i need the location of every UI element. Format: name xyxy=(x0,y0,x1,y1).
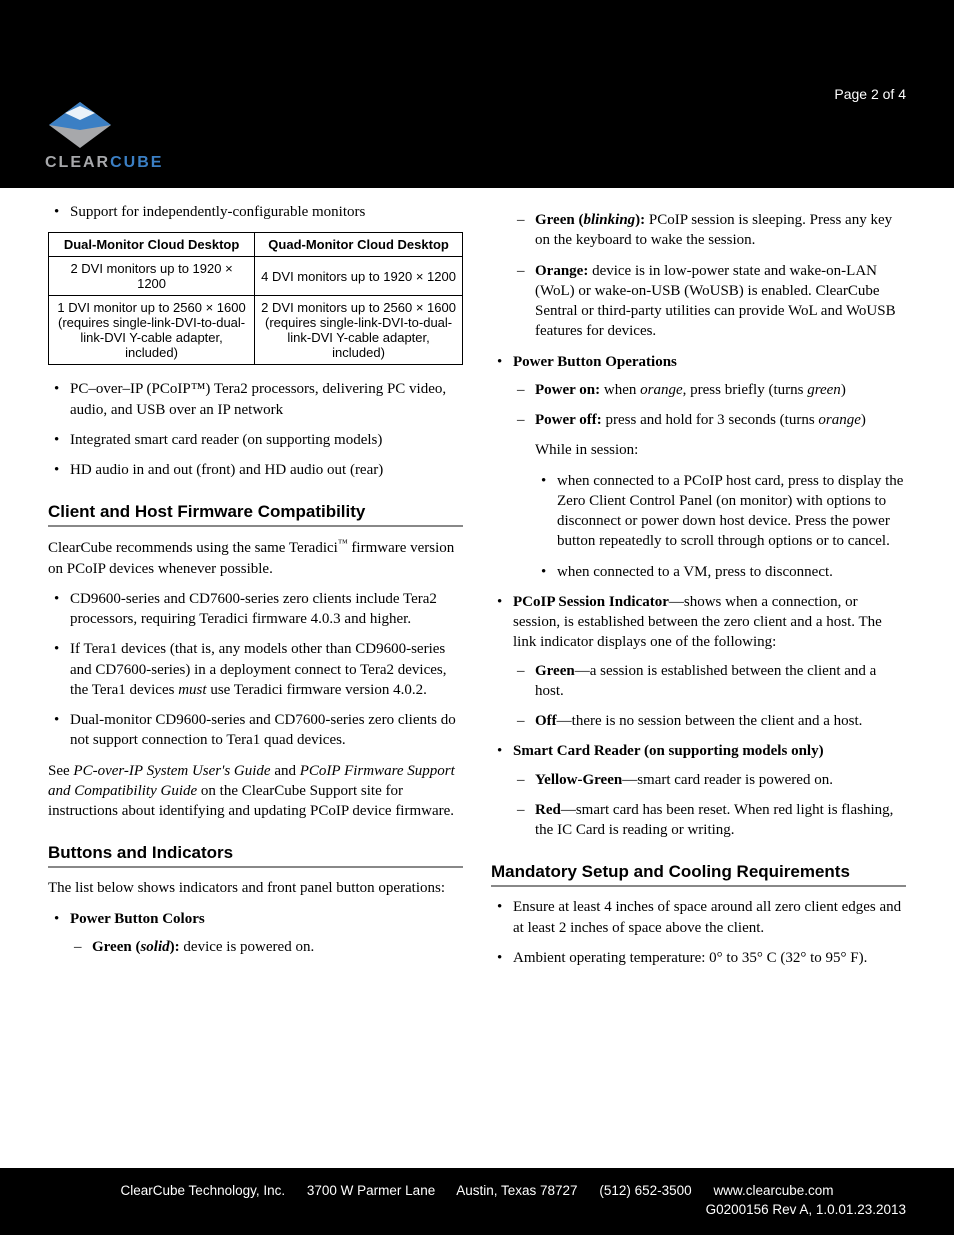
text: —smart card reader is powered on. xyxy=(622,772,833,788)
pbc-orange: Orange: device is in low-power state and… xyxy=(513,261,906,342)
emphasis: must xyxy=(178,682,206,698)
intro-bullet: Support for independently-configurable m… xyxy=(48,202,463,222)
text: device is powered on. xyxy=(180,939,315,955)
pbo-session-vm: when connected to a VM, press to disconn… xyxy=(535,562,906,582)
emphasis: blinking xyxy=(583,212,635,228)
td-r2c2: 2 DVI monitors up to 2560 × 1600 (requir… xyxy=(255,296,463,365)
logo-text-clear: CLEAR xyxy=(45,154,110,171)
feature-bullet: Integrated smart card reader (on support… xyxy=(48,430,463,450)
pbc-green-solid: Green (solid): device is powered on. xyxy=(70,937,463,957)
doc-ref: PC-over-IP System User's Guide xyxy=(73,763,270,779)
text: Green ( xyxy=(535,212,583,228)
label: Power off: xyxy=(535,412,602,428)
scr-red: Red—smart card has been reset. When red … xyxy=(513,800,906,841)
logo-text-cube: CUBE xyxy=(110,154,163,171)
text: and xyxy=(271,763,300,779)
logo-text: CLEARCUBE xyxy=(45,154,163,172)
label: Power on: xyxy=(535,382,600,398)
compat-heading: Client and Host Firmware Compatibility xyxy=(48,502,463,527)
emphasis: green xyxy=(807,382,841,398)
text: use Teradici firmware version 4.0.2. xyxy=(207,682,427,698)
td-r1c1: 2 DVI monitors up to 1920 × 1200 xyxy=(49,257,255,296)
psi-green: Green—a session is established between t… xyxy=(513,661,906,702)
text: —smart card has been reset. When red lig… xyxy=(535,802,893,838)
label: Yellow-Green xyxy=(535,772,622,788)
pbo-while-session: While in session: xyxy=(535,440,906,460)
clearcube-logo: CLEARCUBE xyxy=(45,100,163,172)
label: Off xyxy=(535,713,557,729)
pbc-green-blinking: Green (blinking): PCoIP session is sleep… xyxy=(513,210,906,251)
text: ) xyxy=(861,412,866,428)
emphasis: solid xyxy=(140,939,169,955)
feature-bullet: PC–over–IP (PCoIP™) Tera2 processors, de… xyxy=(48,379,463,420)
power-button-operations: Power Button Operations Power on: when o… xyxy=(491,352,906,582)
buttons-intro: The list below shows indicators and fron… xyxy=(48,878,463,898)
monitor-table: Dual-Monitor Cloud Desktop Quad-Monitor … xyxy=(48,232,463,365)
footer-line2: G0200156 Rev A, 1.0.01.23.2013 xyxy=(0,1201,954,1220)
text: ): xyxy=(170,939,180,955)
text: when xyxy=(600,382,640,398)
compat-bullet: CD9600-series and CD7600-series zero cli… xyxy=(48,589,463,630)
setup-heading: Mandatory Setup and Cooling Requirements xyxy=(491,862,906,887)
label: Power Button Colors xyxy=(70,911,205,927)
page-footer: ClearCube Technology, Inc. 3700 W Parmer… xyxy=(0,1168,954,1235)
text: —there is no session between the client … xyxy=(557,713,863,729)
label: Green xyxy=(535,663,575,679)
logo-diamond-icon xyxy=(45,100,115,150)
text: device is in low-power state and wake-on… xyxy=(535,263,896,340)
label: PCoIP Session Indicator xyxy=(513,594,669,610)
text: See xyxy=(48,763,73,779)
th-dual: Dual-Monitor Cloud Desktop xyxy=(49,233,255,257)
pbo-power-off: Power off: press and hold for 3 seconds … xyxy=(513,410,906,582)
td-r1c2: 4 DVI monitors up to 1920 × 1200 xyxy=(255,257,463,296)
buttons-heading: Buttons and Indicators xyxy=(48,843,463,868)
psi-off: Off—there is no session between the clie… xyxy=(513,711,906,731)
text: ) xyxy=(841,382,846,398)
footer-line1: ClearCube Technology, Inc. 3700 W Parmer… xyxy=(0,1182,954,1201)
smart-card-reader: Smart Card Reader (on supporting models … xyxy=(491,741,906,840)
pbo-power-on: Power on: when orange, press briefly (tu… xyxy=(513,380,906,400)
compat-bullet: Dual-monitor CD9600-series and CD7600-se… xyxy=(48,710,463,751)
setup-bullet: Ensure at least 4 inches of space around… xyxy=(491,897,906,938)
footer-addr2: Austin, Texas 78727 xyxy=(456,1183,577,1198)
pbo-session-hostcard: when connected to a PCoIP host card, pre… xyxy=(535,471,906,552)
page-number: Page 2 of 4 xyxy=(834,86,906,102)
label: Power Button Operations xyxy=(513,354,677,370)
text: press and hold for 3 seconds (turns xyxy=(602,412,819,428)
footer-url: www.clearcube.com xyxy=(713,1183,833,1198)
text: , press briefly (turns xyxy=(683,382,808,398)
emphasis: orange xyxy=(640,382,683,398)
emphasis: orange xyxy=(818,412,861,428)
pcoip-session-indicator: PCoIP Session Indicator—shows when a con… xyxy=(491,592,906,732)
footer-phone: (512) 652-3500 xyxy=(599,1183,691,1198)
text: ClearCube recommends using the same Tera… xyxy=(48,540,338,556)
page-body: Support for independently-configurable m… xyxy=(0,188,954,1168)
label: Orange: xyxy=(535,263,588,279)
text: —a session is established between the cl… xyxy=(535,663,876,699)
compat-paragraph: ClearCube recommends using the same Tera… xyxy=(48,537,463,579)
label: Smart Card Reader (on supporting models … xyxy=(513,743,824,759)
tm-mark: ™ xyxy=(338,538,348,549)
power-button-colors: Power Button Colors Green (solid): devic… xyxy=(48,909,463,958)
setup-bullet: Ambient operating temperature: 0° to 35°… xyxy=(491,948,906,968)
page-header: Page 2 of 4 CLEARCUBE xyxy=(0,0,954,188)
footer-addr1: 3700 W Parmer Lane xyxy=(307,1183,435,1198)
scr-yellow-green: Yellow-Green—smart card reader is powere… xyxy=(513,770,906,790)
th-quad: Quad-Monitor Cloud Desktop xyxy=(255,233,463,257)
compat-bullet: If Tera1 devices (that is, any models ot… xyxy=(48,639,463,700)
footer-company: ClearCube Technology, Inc. xyxy=(121,1183,286,1198)
compat-see-paragraph: See PC-over-IP System User's Guide and P… xyxy=(48,761,463,822)
text: ): xyxy=(635,212,645,228)
label: Red xyxy=(535,802,561,818)
text: Green ( xyxy=(92,939,140,955)
feature-bullet: HD audio in and out (front) and HD audio… xyxy=(48,460,463,480)
td-r2c1: 1 DVI monitor up to 2560 × 1600 (require… xyxy=(49,296,255,365)
